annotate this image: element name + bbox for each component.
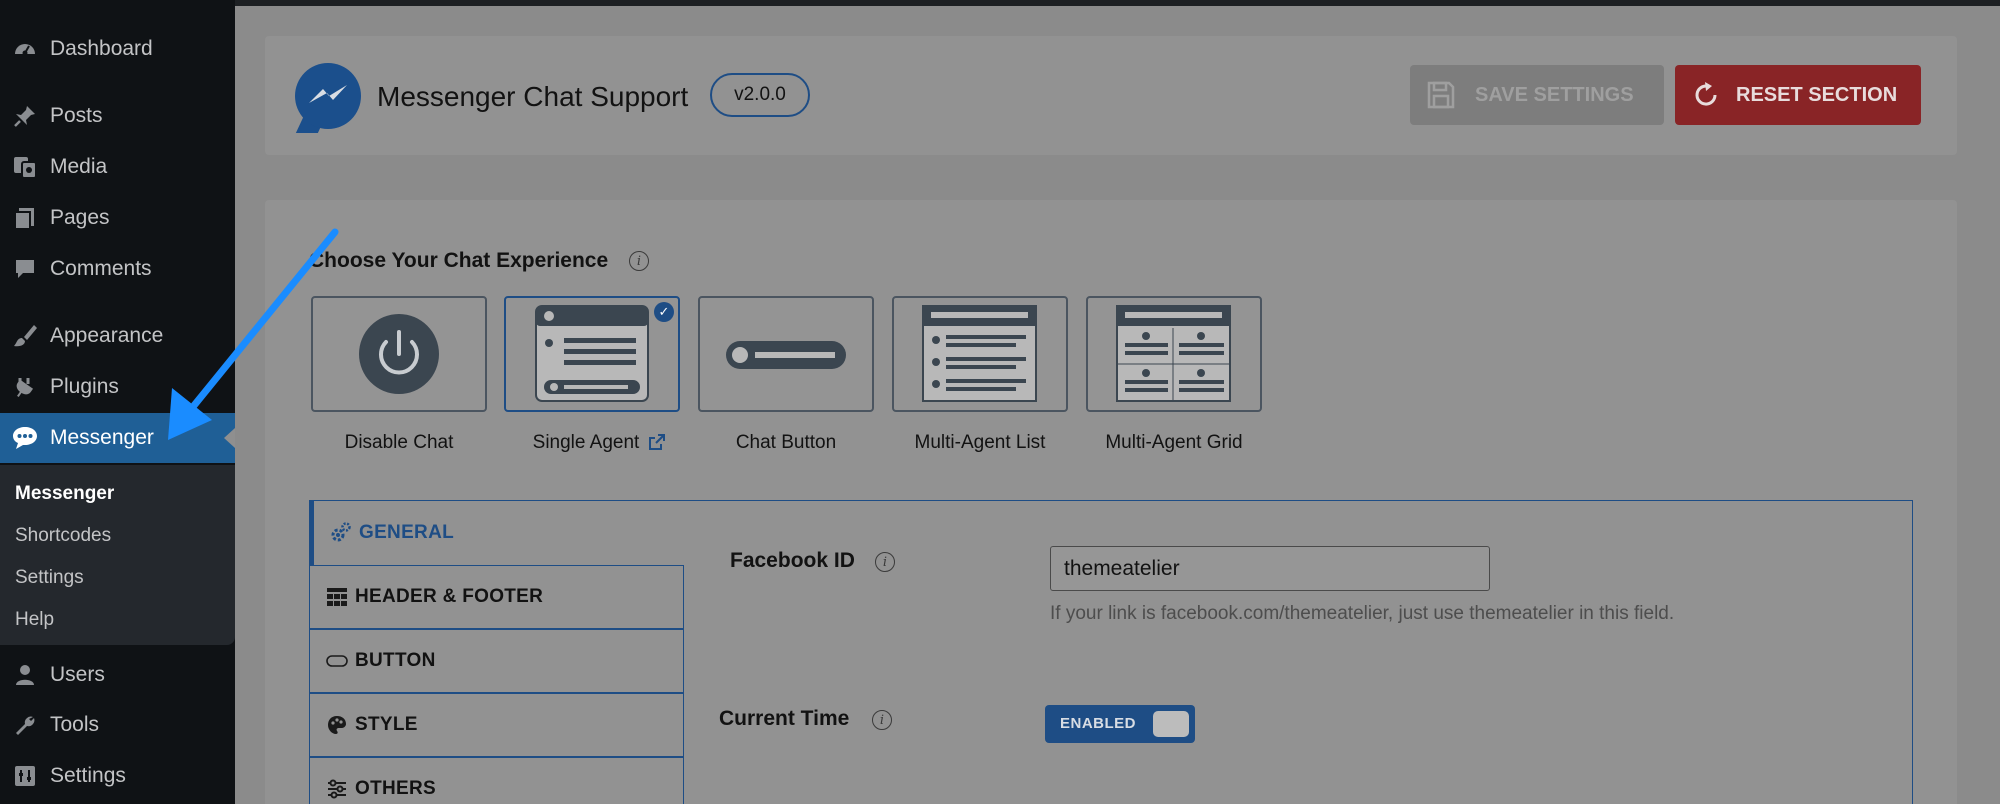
admin-toolbar-strip (235, 0, 2000, 6)
tab-button[interactable]: BUTTON (309, 629, 684, 693)
messenger-logo-icon (295, 63, 361, 129)
sidebar-item-media[interactable]: Media (0, 145, 235, 189)
settings-icon (10, 761, 40, 791)
toggle-knob (1153, 711, 1189, 737)
sidebar-item-label: Plugins (50, 375, 119, 398)
power-icon (359, 314, 439, 394)
save-settings-button[interactable]: SAVE SETTINGS (1410, 65, 1664, 125)
option-chat-button[interactable] (698, 296, 874, 412)
dashboard-icon (10, 34, 40, 64)
facebook-id-input[interactable] (1050, 546, 1490, 591)
sidebar-item-label: Pages (50, 206, 110, 229)
sidebar-item-settings[interactable]: Settings (0, 754, 235, 798)
tab-style[interactable]: STYLE (309, 693, 684, 757)
chat-button-icon (726, 341, 846, 369)
option-multi-agent-list[interactable] (892, 296, 1068, 412)
multi-agent-grid-icon (1116, 305, 1231, 402)
sidebar-item-tools[interactable]: Tools (0, 703, 235, 747)
facebook-id-label: Facebook ID (730, 549, 855, 572)
chat-bubble-icon (10, 423, 40, 453)
gears-icon (330, 522, 352, 544)
sidebar-item-pages[interactable]: Pages (0, 196, 235, 240)
tab-label: BUTTON (355, 650, 436, 671)
toggle-label: ENABLED (1060, 715, 1137, 732)
settings-panel: GENERAL HEADER & FOOTER BUTTON STYLE OTH… (309, 500, 1913, 804)
sidebar-item-label: Settings (50, 764, 126, 787)
messenger-submenu: Messenger Shortcodes Settings Help (0, 465, 235, 645)
admin-sidebar: Dashboard Posts Media Pages Comments App… (0, 0, 235, 804)
tab-header-footer[interactable]: HEADER & FOOTER (309, 565, 684, 629)
option-multi-agent-grid[interactable] (1086, 296, 1262, 412)
tab-label: OTHERS (355, 778, 436, 799)
option-disable-chat[interactable] (311, 296, 487, 412)
sidebar-item-messenger[interactable]: Messenger (0, 413, 235, 463)
table-icon (326, 586, 348, 608)
comment-icon (10, 254, 40, 284)
multi-agent-list-icon (922, 305, 1037, 402)
tab-label: HEADER & FOOTER (355, 586, 544, 607)
sidebar-item-label: Messenger (50, 426, 154, 449)
tab-label: STYLE (355, 714, 418, 735)
user-icon (10, 660, 40, 690)
plugin-icon (10, 372, 40, 402)
option-single-agent[interactable]: ✓ (504, 296, 680, 412)
pin-icon (10, 101, 40, 131)
option-label-multi-agent-list: Multi-Agent List (914, 432, 1046, 453)
option-label-single-agent-wrap: Single Agent (504, 432, 694, 454)
sliders-icon (326, 778, 348, 800)
external-link-icon[interactable] (649, 434, 666, 450)
brush-icon (10, 321, 40, 351)
current-time-label: Current Time (719, 707, 850, 730)
save-settings-label: SAVE SETTINGS (1475, 83, 1634, 106)
version-badge: v2.0.0 (710, 73, 810, 117)
sidebar-item-label: Dashboard (50, 37, 153, 60)
sidebar-item-dashboard[interactable]: Dashboard (0, 27, 235, 71)
submenu-item-help[interactable]: Help (15, 609, 54, 631)
submenu-item-shortcodes[interactable]: Shortcodes (15, 525, 111, 547)
check-icon: ✓ (654, 302, 674, 322)
option-label-multi-agent-grid: Multi-Agent Grid (1105, 432, 1243, 453)
wrench-icon (10, 710, 40, 740)
info-icon[interactable]: i (872, 710, 892, 730)
plugin-header: Messenger Chat Support v2.0.0 SAVE SETTI… (265, 36, 1957, 155)
pages-icon (10, 203, 40, 233)
sidebar-item-users[interactable]: Users (0, 653, 235, 697)
tab-general[interactable]: GENERAL (309, 501, 684, 565)
refresh-icon (1691, 80, 1721, 110)
single-agent-icon (535, 305, 649, 402)
info-icon[interactable]: i (875, 552, 895, 572)
sidebar-item-label: Tools (50, 713, 100, 736)
media-icon (10, 152, 40, 182)
tab-label: GENERAL (359, 522, 454, 543)
option-label-chat-button: Chat Button (735, 432, 837, 453)
tab-others[interactable]: OTHERS (309, 757, 684, 804)
reset-section-label: RESET SECTION (1736, 83, 1898, 106)
sidebar-item-label: Posts (50, 104, 103, 127)
option-label-single-agent: Single Agent (532, 432, 640, 453)
sidebar-item-plugins[interactable]: Plugins (0, 365, 235, 409)
floppy-disk-icon (1426, 80, 1456, 110)
submenu-item-settings[interactable]: Settings (15, 567, 84, 589)
sidebar-item-posts[interactable]: Posts (0, 94, 235, 138)
pill-button-icon (326, 650, 348, 672)
current-time-toggle[interactable]: ENABLED (1045, 705, 1195, 743)
chat-experience-title: Choose Your Chat Experience (309, 249, 609, 272)
page-title: Messenger Chat Support (377, 81, 689, 112)
facebook-id-hint: If your link is facebook.com/themeatelie… (1050, 603, 1675, 624)
sidebar-item-label: Appearance (50, 324, 164, 347)
reset-section-button[interactable]: RESET SECTION (1675, 65, 1921, 125)
settings-card: Choose Your Chat Experience i Disable Ch… (265, 200, 1957, 804)
option-label-disable-chat: Disable Chat (344, 432, 454, 453)
submenu-item-messenger[interactable]: Messenger (15, 483, 114, 505)
sidebar-item-comments[interactable]: Comments (0, 247, 235, 291)
palette-icon (326, 714, 348, 736)
sidebar-item-label: Media (50, 155, 108, 178)
sidebar-item-label: Comments (50, 257, 152, 280)
info-icon[interactable]: i (629, 251, 649, 271)
sidebar-item-appearance[interactable]: Appearance (0, 314, 235, 358)
sidebar-item-label: Users (50, 663, 105, 686)
